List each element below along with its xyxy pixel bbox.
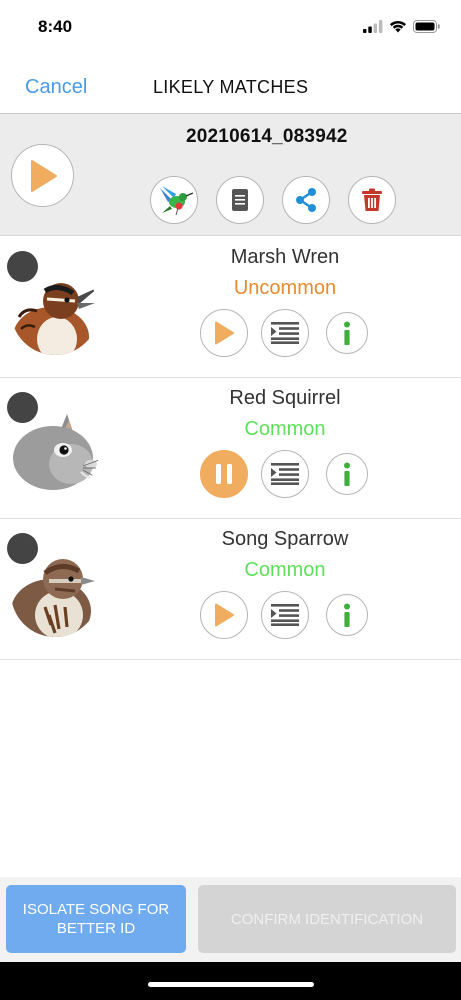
row-actions: [200, 309, 368, 357]
species-name: Red Squirrel: [229, 387, 341, 409]
pause-button[interactable]: [200, 450, 248, 498]
delete-button[interactable]: [348, 176, 396, 224]
species-name: Marsh Wren: [230, 246, 340, 268]
match-row: Song Sparrow Common: [0, 519, 461, 660]
play-icon: [30, 159, 57, 192]
bottom-action-bar: ISOLATE SONG FOR BETTER ID CONFIRM IDENT…: [0, 877, 461, 962]
species-id-button[interactable]: [150, 176, 198, 224]
status-time: 8:40: [38, 17, 73, 36]
hummingbird-icon: [160, 186, 194, 216]
signal-icon: [363, 20, 383, 33]
info-icon: [344, 603, 350, 627]
navigation-bar: Cancel LIKELY MATCHES: [0, 58, 461, 114]
details-list-button[interactable]: [261, 309, 309, 357]
home-indicator[interactable]: [148, 982, 314, 987]
recording-play-button[interactable]: [11, 144, 74, 207]
species-rarity: Common: [244, 418, 326, 440]
battery-icon: [413, 20, 440, 33]
row-actions: [200, 591, 368, 639]
info-button[interactable]: [326, 312, 368, 354]
wifi-icon: [390, 20, 406, 33]
list-icon: [271, 604, 299, 626]
status-bar: 8:40: [0, 0, 461, 58]
cancel-button[interactable]: Cancel: [25, 76, 87, 99]
info-icon: [344, 462, 350, 486]
match-row: Red Squirrel Common: [0, 378, 461, 519]
details-list-button[interactable]: [261, 450, 309, 498]
share-icon: [296, 188, 316, 212]
recording-actions: [150, 176, 396, 224]
play-button[interactable]: [200, 591, 248, 639]
home-indicator-area: [0, 962, 461, 1000]
select-toggle[interactable]: [7, 251, 38, 282]
document-icon: [232, 189, 248, 211]
info-icon: [344, 321, 350, 345]
isolate-song-button[interactable]: ISOLATE SONG FOR BETTER ID: [6, 885, 186, 953]
recording-panel: 20210614_083942: [0, 114, 461, 236]
status-icons: [363, 20, 441, 33]
play-icon: [215, 603, 234, 627]
share-button[interactable]: [282, 176, 330, 224]
details-list-button[interactable]: [261, 591, 309, 639]
select-toggle[interactable]: [7, 392, 38, 423]
match-row: Marsh Wren Uncommon: [0, 237, 461, 378]
play-button[interactable]: [200, 309, 248, 357]
species-rarity: Uncommon: [233, 277, 337, 299]
row-actions: [200, 450, 368, 498]
pause-icon: [216, 464, 232, 484]
recording-title: 20210614_083942: [186, 126, 348, 147]
info-button[interactable]: [326, 594, 368, 636]
play-icon: [215, 321, 234, 345]
trash-icon: [362, 188, 382, 211]
match-list: Marsh Wren Uncommon Red Squirrel Common …: [0, 237, 461, 660]
info-button[interactable]: [326, 453, 368, 495]
page-title: LIKELY MATCHES: [153, 77, 309, 97]
select-toggle[interactable]: [7, 533, 38, 564]
species-name: Song Sparrow: [221, 528, 349, 550]
list-icon: [271, 322, 299, 344]
notes-button[interactable]: [216, 176, 264, 224]
list-icon: [271, 463, 299, 485]
confirm-identification-button[interactable]: CONFIRM IDENTIFICATION: [198, 885, 456, 953]
species-rarity: Common: [244, 559, 326, 581]
